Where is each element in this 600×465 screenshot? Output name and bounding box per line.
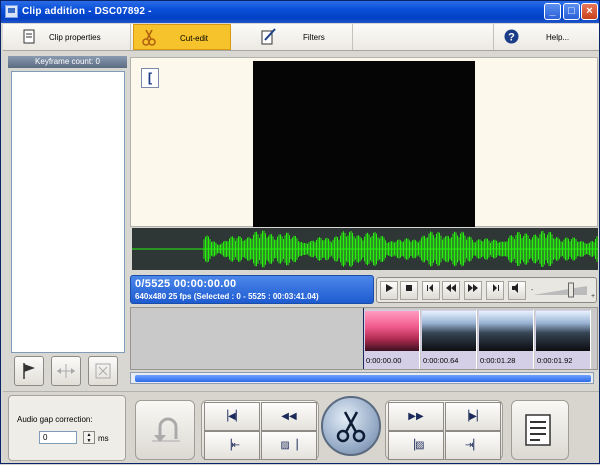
frame-timecode: 0:00:00.64 (423, 356, 459, 365)
set-start-mark-button[interactable]: ▕⇤ (204, 431, 260, 460)
svg-text:?: ? (508, 32, 515, 44)
filmstrip-frame[interactable]: 0:00:00.00 (364, 310, 420, 369)
play-button[interactable] (380, 281, 398, 300)
fast-forward-icon (468, 284, 478, 292)
stop-button[interactable] (400, 281, 418, 300)
undo-cut-button[interactable] (135, 400, 195, 460)
keyframe-count-header: Keyframe count: 0 (8, 56, 127, 68)
svg-text:+: + (591, 293, 595, 300)
delete-keyframe-button[interactable] (88, 356, 118, 386)
speaker-icon (512, 283, 518, 293)
frame-timecode: 0:00:00.00 (366, 356, 402, 365)
filmstrip-frame[interactable]: 0:00:00.64 (421, 310, 477, 369)
document-icon (23, 29, 35, 44)
tab-clip-properties[interactable]: Clip properties (3, 24, 131, 50)
fast-forward-button[interactable] (464, 281, 482, 300)
prev-frame-button[interactable] (422, 281, 440, 300)
clip-details: 640x480 25 fps (Selected : 0 - 5525 : 00… (135, 292, 319, 301)
timeline-selection-fill[interactable] (135, 375, 591, 382)
keyframe-list[interactable] (11, 71, 125, 353)
move-keyframe-button[interactable] (51, 356, 81, 386)
playback-controls: + - (376, 277, 597, 303)
stop-icon (406, 285, 412, 291)
audio-gap-group: Audio gap correction: 0 ▲ ▼ ms (8, 395, 126, 461)
select-start-region-button[interactable]: ▨▕ (261, 431, 317, 460)
next-frame-button[interactable] (486, 281, 504, 300)
minimize-button[interactable]: _ (544, 3, 561, 20)
audio-gap-label: Audio gap correction: (17, 415, 93, 424)
rewind-icon (446, 284, 456, 292)
video-preview: [ (130, 57, 598, 227)
audio-gap-spinner[interactable]: ▲ ▼ (83, 431, 95, 444)
prev-mark-button[interactable]: ◀◀ (261, 402, 317, 431)
clip-list-button[interactable] (511, 400, 569, 460)
play-icon (386, 284, 393, 292)
position-info: 0/5525 00:00:00.00 640x480 25 fps (Selec… (130, 275, 374, 304)
frame-timecode: 0:00:01.92 (537, 356, 573, 365)
toolbar: Clip properties Cut-edit Filters ? Help.… (3, 24, 599, 51)
scissors-icon (142, 29, 156, 46)
audio-gap-unit: ms (98, 434, 109, 443)
tab-clip-properties-label: Clip properties (49, 33, 101, 42)
step-back-icon (427, 284, 433, 292)
window-title: Clip addition - DSC07892 - (22, 6, 152, 17)
add-keyframe-button[interactable] (14, 356, 44, 386)
help-label: Help... (546, 33, 570, 42)
frame-timecode: 0:00:01.28 (480, 356, 516, 365)
volume-slider[interactable]: + - (531, 281, 595, 300)
cut-button[interactable] (321, 396, 381, 456)
frame-thumbnail (479, 311, 533, 351)
audio-waveform (132, 228, 598, 270)
go-to-end-mark-button[interactable]: ▕▶▏ (445, 402, 501, 431)
frame-thumbnail (422, 311, 476, 351)
app-window: Clip addition - DSC07892 - _ □ × Clip pr… (0, 0, 600, 464)
waveform-path (203, 230, 598, 268)
audio-gap-input[interactable]: 0 (39, 431, 77, 444)
list-icon (525, 414, 551, 446)
frame-thumbnail (365, 311, 419, 351)
step-forward-icon (493, 284, 499, 292)
delete-icon (95, 363, 111, 379)
tab-filters[interactable]: Filters (235, 24, 353, 50)
tab-filters-label: Filters (303, 33, 325, 42)
double-arrow-icon (57, 364, 75, 378)
filmstrip[interactable]: 0:00:00.00 0:00:00.64 0:00:01.28 0:00:01.92 (130, 307, 598, 370)
start-cut-group: ▕◀▏ ◀◀ ▕⇤ ▨▕ (201, 400, 319, 460)
set-end-mark-button[interactable]: ⇥▏ (445, 431, 501, 460)
filmstrip-frame[interactable]: 0:00:01.28 (478, 310, 534, 369)
go-to-start-mark-button[interactable]: ▕◀▏ (204, 402, 260, 431)
undo-icon (152, 417, 180, 442)
keyframe-panel: Keyframe count: 0 (8, 56, 127, 388)
flag-icon (23, 363, 35, 379)
frame-position: 0/5525 00:00:00.00 (135, 278, 237, 290)
close-button[interactable]: × (581, 3, 598, 20)
playhead-line (363, 308, 364, 369)
help-icon: ? (504, 29, 519, 44)
app-icon (5, 5, 18, 18)
next-mark-button[interactable]: ▶▶ (388, 402, 444, 431)
mark-in-button[interactable]: [ (141, 68, 159, 88)
title-bar[interactable]: Clip addition - DSC07892 - _ □ × (1, 1, 599, 23)
frame-thumbnail (536, 311, 590, 351)
svg-text:-: - (531, 287, 534, 294)
select-end-region-button[interactable]: ▕▨ (388, 431, 444, 460)
timeline-scrollbar[interactable] (130, 372, 594, 384)
video-frame (253, 61, 475, 227)
edit-controls-panel: Audio gap correction: 0 ▲ ▼ ms ▕◀▏ ◀◀ ▕⇤ … (3, 391, 599, 463)
end-cut-group: ▶▶ ▕▶▏ ▕▨ ⇥▏ (385, 400, 503, 460)
help-button[interactable]: ? Help... (493, 24, 599, 50)
maximize-button[interactable]: □ (563, 3, 580, 20)
scissors-icon (336, 411, 366, 443)
rewind-button[interactable] (442, 281, 460, 300)
pencil-icon (261, 28, 276, 45)
volume-slider-track: +- (531, 282, 595, 300)
tab-cut-edit-label: Cut-edit (180, 34, 209, 43)
filmstrip-frame[interactable]: 0:00:01.92 (535, 310, 591, 369)
mute-button[interactable] (508, 281, 526, 300)
tab-cut-edit[interactable]: Cut-edit (133, 24, 231, 50)
